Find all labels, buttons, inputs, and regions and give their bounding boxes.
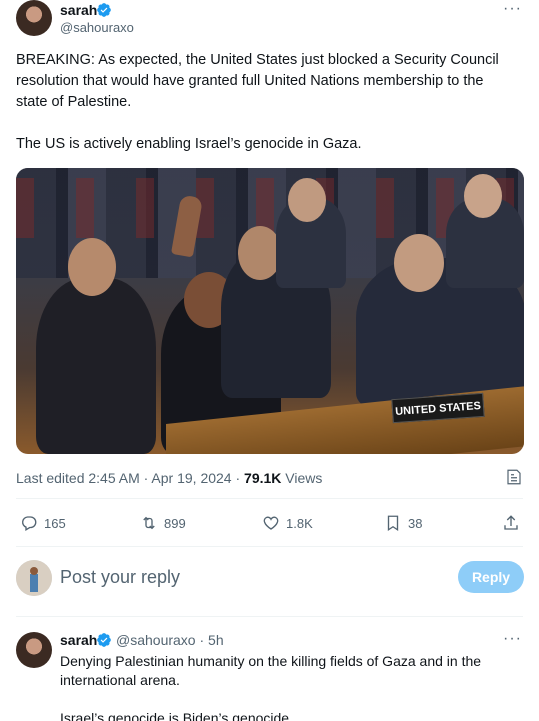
photo-person: [36, 278, 156, 454]
reply-composer: Post your reply Reply: [16, 558, 524, 598]
divider: [16, 616, 523, 617]
repost-icon: [143, 516, 155, 530]
bookmark-icon: [387, 515, 399, 532]
photo-head: [288, 178, 326, 222]
views-count: 79.1K: [244, 470, 282, 486]
edited-timestamp[interactable]: Last edited 2:45 AM · Apr 19, 2024 ·: [16, 470, 244, 486]
photo-head: [464, 174, 502, 218]
tweet-header: sarah @sahouraxo ···: [16, 0, 526, 42]
reply-icon: [22, 516, 37, 531]
tweet-actions: 165 899 1.8K 38: [20, 512, 524, 534]
thread-tweet[interactable]: sarah @sahouraxo · 5h ··· Denying Palest…: [16, 628, 526, 721]
share-button[interactable]: [502, 512, 520, 534]
current-user-avatar[interactable]: [16, 560, 52, 596]
reply-input[interactable]: Post your reply: [60, 567, 180, 588]
views-label: Views: [281, 470, 323, 486]
author-avatar[interactable]: [16, 632, 52, 668]
more-options-icon[interactable]: ···: [503, 630, 522, 648]
author-name[interactable]: sarah: [60, 2, 97, 18]
reply-button[interactable]: 165: [20, 512, 66, 534]
reply-submit-button[interactable]: Reply: [458, 561, 524, 593]
like-count: 1.8K: [286, 515, 313, 531]
tweet-meta: Last edited 2:45 AM · Apr 19, 2024 · 79.…: [16, 470, 322, 486]
photo-head: [394, 234, 444, 292]
photo-nameplate: UNITED STATES: [391, 392, 485, 424]
user-avatar-icon: [16, 560, 52, 596]
like-button[interactable]: 1.8K: [262, 512, 313, 534]
verified-badge-icon: [97, 3, 111, 17]
photo-head: [68, 238, 116, 296]
author-avatar[interactable]: [16, 0, 52, 36]
tweet-text: Denying Palestinian humanity on the kill…: [60, 653, 482, 721]
repost-button[interactable]: 899: [140, 512, 186, 534]
author-handle[interactable]: @sahouraxo: [60, 20, 134, 35]
share-icon: [504, 515, 518, 530]
more-options-icon[interactable]: ···: [503, 0, 522, 18]
author-handle-time[interactable]: @sahouraxo · 5h: [116, 632, 224, 648]
heart-icon: [263, 516, 279, 530]
reply-count: 165: [44, 515, 66, 531]
divider: [16, 546, 523, 547]
tweet-text: BREAKING: As expected, the United States…: [16, 52, 499, 152]
bookmark-count: 38: [408, 515, 423, 531]
author-name[interactable]: sarah: [60, 632, 97, 648]
repost-count: 899: [164, 515, 186, 531]
tweet-photo[interactable]: UNITED STATES: [16, 168, 524, 454]
bookmark-button[interactable]: 38: [384, 512, 422, 534]
edit-history-icon[interactable]: [505, 468, 523, 486]
verified-badge-icon: [97, 633, 111, 647]
divider: [16, 498, 523, 499]
